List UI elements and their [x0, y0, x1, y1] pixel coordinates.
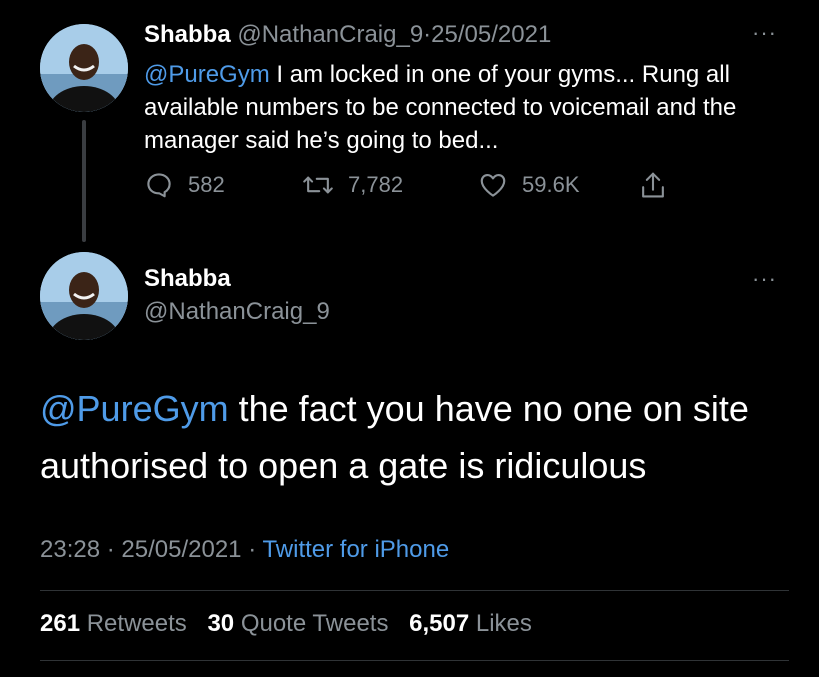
- separator: ·: [106, 536, 115, 563]
- separator: ·: [423, 21, 432, 48]
- tweet-time[interactable]: 23:28: [40, 536, 100, 563]
- tweet-stats: 261 Retweets 30 Quote Tweets 6,507 Likes: [40, 610, 546, 638]
- reply-button[interactable]: 582: [144, 170, 225, 200]
- avatar[interactable]: [40, 252, 128, 340]
- retweet-button[interactable]: 7,782: [302, 170, 403, 200]
- more-icon[interactable]: ···: [752, 266, 777, 292]
- reply-icon: [147, 173, 171, 198]
- mention-link[interactable]: @PureGym: [40, 388, 229, 429]
- thread-connector-line: [82, 120, 86, 242]
- quotes-label: Quote Tweets: [240, 610, 389, 637]
- tweet-actions: 582 7,782 59.6K: [144, 170, 704, 204]
- share-button[interactable]: [638, 170, 668, 202]
- author-name[interactable]: Shabba: [144, 265, 231, 293]
- tweet1-header: Shabba @NathanCraig_9·25/05/2021: [144, 21, 551, 49]
- avatar-photo: [40, 252, 128, 340]
- likes-label: Likes: [475, 610, 532, 637]
- like-button[interactable]: 59.6K: [478, 170, 580, 200]
- retweet-count: 7,782: [348, 172, 404, 197]
- separator: ·: [248, 536, 257, 563]
- divider: [40, 590, 789, 591]
- retweets-count: 261: [40, 610, 81, 637]
- author-name[interactable]: Shabba: [144, 21, 231, 48]
- quote-tweets-stat[interactable]: 30 Quote Tweets: [207, 610, 388, 637]
- author-handle[interactable]: @NathanCraig_9: [237, 21, 423, 48]
- tweet-date[interactable]: 25/05/2021: [121, 536, 241, 563]
- like-icon: [480, 173, 506, 197]
- divider: [40, 660, 789, 661]
- reply-count: 582: [188, 172, 225, 197]
- like-count: 59.6K: [522, 172, 580, 197]
- share-icon: [642, 172, 664, 198]
- mention-link[interactable]: @PureGym: [144, 61, 270, 88]
- likes-count: 6,507: [409, 610, 470, 637]
- quotes-count: 30: [207, 610, 235, 637]
- more-icon[interactable]: ···: [752, 20, 777, 46]
- retweets-label: Retweets: [86, 610, 187, 637]
- avatar[interactable]: [40, 24, 128, 112]
- retweet-icon: [303, 176, 333, 194]
- avatar-photo: [40, 24, 128, 112]
- author-handle[interactable]: @NathanCraig_9: [144, 298, 330, 326]
- retweets-stat[interactable]: 261 Retweets: [40, 610, 187, 637]
- tweet1-text: @PureGym I am locked in one of your gyms…: [144, 58, 784, 157]
- source-link[interactable]: Twitter for iPhone: [262, 536, 449, 563]
- tweet-date[interactable]: 25/05/2021: [431, 21, 551, 48]
- tweet2-text: @PureGym the fact you have no one on sit…: [40, 380, 800, 494]
- likes-stat[interactable]: 6,507 Likes: [409, 610, 532, 637]
- tweet-meta: 23:28 · 25/05/2021 · Twitter for iPhone: [40, 536, 449, 564]
